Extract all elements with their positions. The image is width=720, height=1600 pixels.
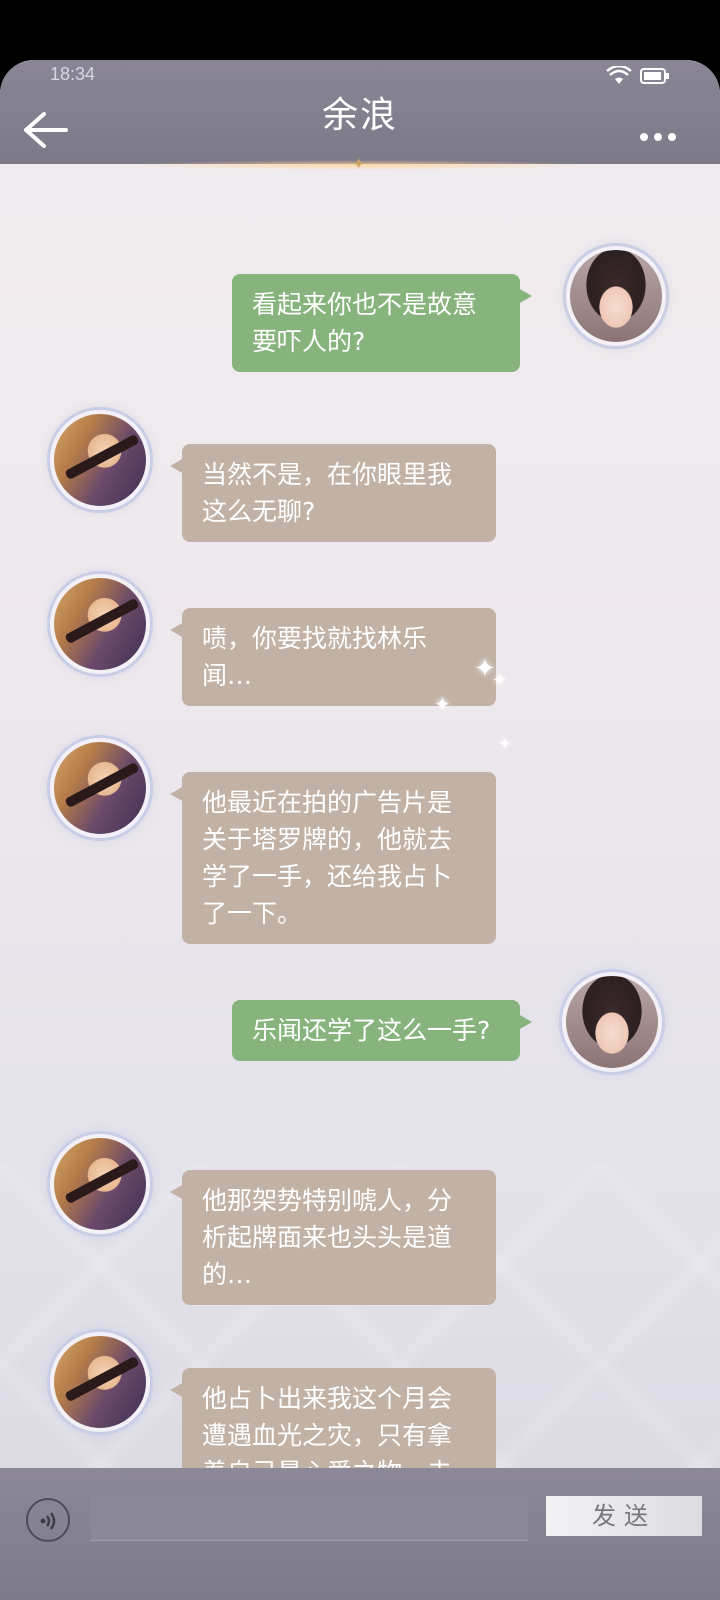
message-bubble: 看起来你也不是故意要吓人的? (232, 274, 532, 372)
wifi-icon (606, 66, 632, 84)
message-list[interactable]: 看起来你也不是故意要吓人的? 当然不是，在你眼里我这么无聊? 啧，你要找就找林乐… (0, 164, 720, 1540)
avatar[interactable] (50, 574, 150, 674)
sparkle-decoration: ✦ (492, 670, 508, 691)
avatar[interactable] (566, 246, 666, 346)
message-bubble: 当然不是，在你眼里我这么无聊? (170, 444, 496, 542)
message-bubble: 他最近在拍的广告片是关于塔罗牌的，他就去学了一手，还给我占卜了一下。 (170, 772, 496, 944)
chat-screen: 18:34 余浪 ✦ 看起来你也不是故意要吓人的? 当然不是，在你眼里我这么无聊… (0, 60, 720, 1600)
more-options-icon[interactable] (640, 126, 682, 145)
avatar[interactable] (50, 1332, 150, 1432)
message-input[interactable] (90, 1496, 528, 1541)
input-bar: 发送 (0, 1468, 720, 1600)
sparkle-decoration: ✦ (434, 692, 451, 716)
avatar[interactable] (50, 1134, 150, 1234)
battery-icon (640, 68, 669, 84)
page-title: 余浪 (321, 95, 398, 136)
avatar[interactable] (562, 972, 662, 1072)
status-time: 18:34 (50, 64, 96, 84)
avatar[interactable] (50, 738, 150, 838)
avatar[interactable] (50, 410, 150, 510)
send-button[interactable]: 发送 (546, 1496, 702, 1536)
sparkle-decoration: ✦ (498, 734, 512, 753)
voice-icon (40, 1512, 56, 1530)
chat-header: 18:34 余浪 (0, 60, 720, 164)
voice-input-button[interactable] (26, 1498, 70, 1542)
message-bubble: 他那架势特别唬人，分析起牌面来也头头是道的… (170, 1170, 496, 1305)
message-bubble: 乐闻还学了这么一手? (232, 1000, 532, 1061)
